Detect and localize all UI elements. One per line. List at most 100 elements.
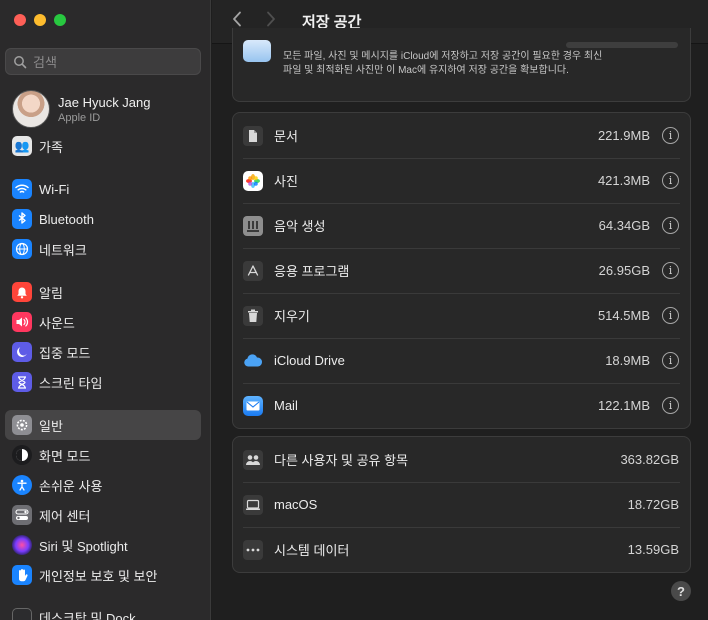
sidebar-item-focus[interactable]: 집중 모드 (5, 337, 201, 367)
hourglass-icon (12, 372, 32, 392)
sidebar-item-siri-spotlight[interactable]: Siri 및 Spotlight (5, 530, 201, 560)
icloud-recommendation-card: 모든 파일, 사진 및 메시지를 iCloud에 저장하고 저장 공간이 필요한… (232, 28, 691, 102)
appearance-icon (12, 445, 32, 465)
close-window-button[interactable] (14, 14, 26, 26)
info-button[interactable]: i (662, 262, 679, 279)
storage-row-size: 122.1MB (597, 398, 650, 413)
info-button[interactable]: i (662, 217, 679, 234)
storage-row-documents: 문서 221.9MB i (233, 113, 690, 158)
apple-id-account[interactable]: Jae Hyuck Jang Apple ID (12, 90, 151, 128)
sidebar-item-label: Siri 및 Spotlight (39, 538, 128, 554)
control-center-icon (12, 505, 32, 525)
sidebar-item-label: Bluetooth (39, 211, 94, 227)
sidebar-item-family[interactable]: 👥 가족 (5, 131, 201, 161)
sidebar-item-sound[interactable]: 사운드 (5, 307, 201, 337)
sidebar-item-bluetooth[interactable]: Bluetooth (5, 204, 201, 234)
info-button[interactable]: i (662, 127, 679, 144)
storage-row-system-data: 시스템 데이터 13.59GB (233, 527, 690, 572)
sidebar-item-appearance[interactable]: 화면 모드 (5, 440, 201, 470)
info-button[interactable]: i (662, 172, 679, 189)
chevron-left-icon (233, 11, 241, 27)
zoom-window-button[interactable] (54, 14, 66, 26)
family-icon: 👥 (12, 136, 32, 156)
store-in-icloud-button[interactable] (566, 42, 678, 48)
storage-row-mail: Mail 122.1MB i (233, 383, 690, 428)
avatar (12, 90, 50, 128)
storage-row-size: 64.34GB (598, 218, 650, 233)
trash-icon (243, 305, 263, 326)
search-icon (14, 55, 27, 68)
storage-row-trash: 지우기 514.5MB i (233, 293, 690, 338)
dock-icon (12, 608, 32, 620)
sidebar-item-label: 네트워크 (39, 242, 87, 258)
storage-row-photos: 사진 421.3MB i (233, 158, 690, 203)
sidebar-item-control-center[interactable]: 제어 센터 (5, 500, 201, 530)
chevron-right-icon (267, 11, 275, 27)
storage-row-label: 응용 프로그램 (274, 264, 350, 279)
mail-icon (243, 395, 263, 416)
siri-icon (12, 535, 32, 555)
info-button[interactable]: i (662, 352, 679, 369)
storage-row-label: iCloud Drive (274, 353, 345, 368)
storage-row-size: 26.95GB (598, 263, 650, 278)
storage-row-size: 221.9MB (597, 128, 650, 143)
music-creation-icon (243, 215, 263, 236)
sidebar-item-wifi[interactable]: Wi-Fi (5, 174, 201, 204)
sidebar-item-general[interactable]: 일반 (5, 410, 201, 440)
users-icon (243, 449, 263, 470)
main-pane: 저장 공간 모든 파일, 사진 및 메시지를 iCloud에 저장하고 저장 공… (212, 0, 708, 620)
window-controls (14, 14, 66, 26)
storage-row-label: 문서 (274, 129, 298, 144)
account-subtitle: Apple ID (58, 111, 101, 124)
sidebar-item-notifications[interactable]: 알림 (5, 277, 201, 307)
system-storage-card: 다른 사용자 및 공유 항목 363.82GB macOS 18.72GB 시스… (232, 436, 691, 573)
sidebar-item-label: 알림 (39, 285, 63, 301)
moon-icon (12, 342, 32, 362)
storage-row-label: Mail (274, 398, 298, 413)
storage-row-macos: macOS 18.72GB (233, 482, 690, 527)
storage-row-label: 음악 생성 (274, 219, 326, 234)
search-placeholder: 검색 (33, 55, 57, 70)
photos-icon (243, 170, 263, 191)
laptop-icon (243, 494, 263, 515)
storage-row-label: macOS (274, 497, 318, 512)
accessibility-icon (12, 475, 32, 495)
sidebar-item-label: 화면 모드 (39, 448, 91, 464)
ellipsis-icon (243, 539, 263, 560)
storage-row-size: 13.59GB (627, 542, 679, 557)
storage-row-label: 지우기 (274, 309, 310, 324)
sidebar-item-label: Wi-Fi (39, 181, 70, 197)
app-store-icon (243, 260, 263, 281)
sidebar-item-label: 제어 센터 (39, 508, 91, 524)
icloud-icon (243, 351, 263, 371)
sidebar-item-label: 데스크탑 및 Dock (39, 611, 136, 620)
bell-icon (12, 282, 32, 302)
sidebar-item-label: 손쉬운 사용 (39, 478, 103, 494)
help-button[interactable]: ? (671, 581, 691, 601)
icloud-storage-icon (243, 40, 271, 62)
sidebar-item-label: 스크린 타임 (39, 375, 103, 391)
storage-row-size: 421.3MB (597, 173, 650, 188)
storage-row-label: 시스템 데이터 (274, 543, 350, 558)
hand-icon (12, 565, 32, 585)
storage-row-other-users: 다른 사용자 및 공유 항목 363.82GB (233, 437, 690, 482)
sidebar-item-accessibility[interactable]: 손쉬운 사용 (5, 470, 201, 500)
sidebar-item-privacy-security[interactable]: 개인정보 보호 및 보안 (5, 560, 201, 590)
sidebar-item-label: 사운드 (39, 315, 75, 331)
info-button[interactable]: i (662, 397, 679, 414)
sidebar-item-network[interactable]: 네트워크 (5, 234, 201, 264)
wifi-icon (12, 179, 32, 199)
storage-row-size: 514.5MB (597, 308, 650, 323)
storage-row-icloud-drive: iCloud Drive 18.9MB i (233, 338, 690, 383)
sidebar-item-desktop-dock[interactable]: 데스크탑 및 Dock (5, 602, 201, 620)
info-button[interactable]: i (662, 307, 679, 324)
minimize-window-button[interactable] (34, 14, 46, 26)
search-field[interactable]: 검색 (5, 48, 201, 75)
storage-row-label: 사진 (274, 174, 298, 189)
sidebar-item-label: 집중 모드 (39, 345, 91, 361)
storage-categories-card: 문서 221.9MB i 사진 421.3MB i 음악 생성 64.34GB (232, 112, 691, 429)
speaker-icon (12, 312, 32, 332)
sidebar-item-screen-time[interactable]: 스크린 타임 (5, 367, 201, 397)
storage-row-size: 18.72GB (627, 497, 679, 512)
storage-row-label: 다른 사용자 및 공유 항목 (274, 453, 409, 468)
